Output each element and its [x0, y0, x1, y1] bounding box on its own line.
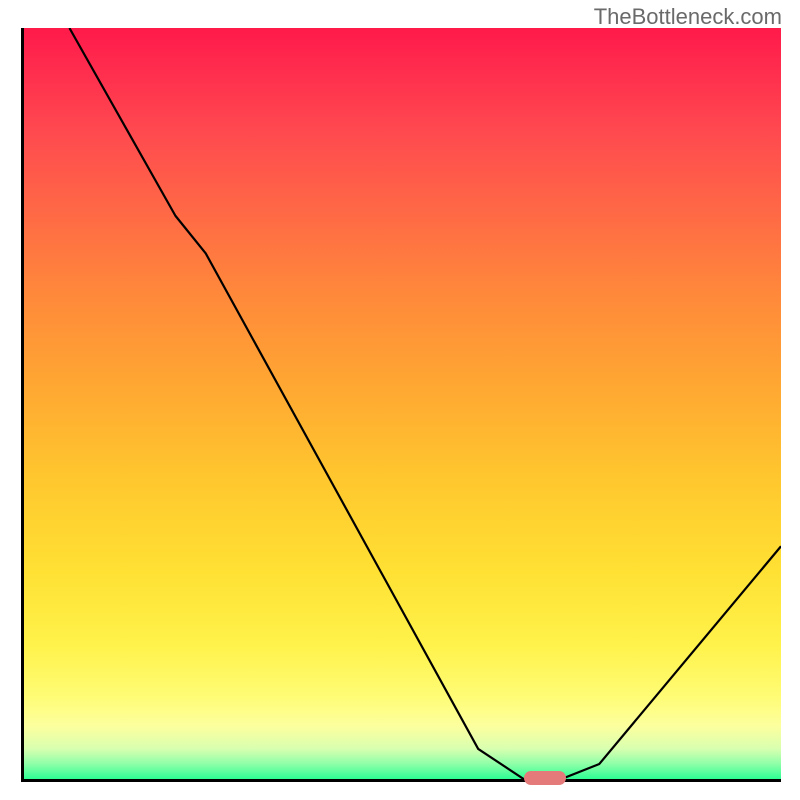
plot-container: [21, 28, 781, 782]
curve-line: [24, 28, 781, 779]
watermark-text: TheBottleneck.com: [594, 4, 782, 30]
optimum-marker: [524, 771, 566, 785]
